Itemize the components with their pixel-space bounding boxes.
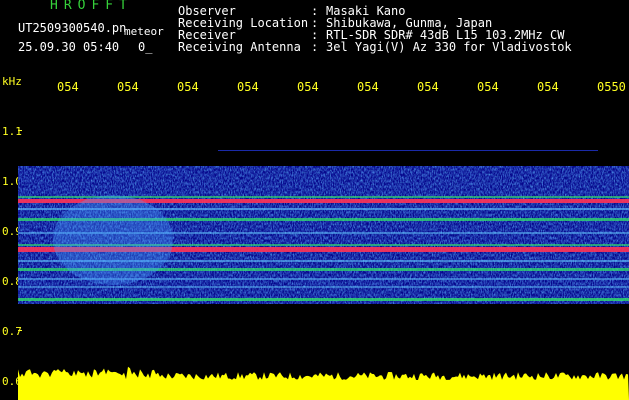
hrofft-window: HROFFT UT2509300540.pn meteor 25.09.30 0… <box>0 0 629 400</box>
power-trace <box>18 366 629 400</box>
spectrogram-display <box>18 100 629 400</box>
file-timestamp: 25.09.30 05:40 <box>18 40 120 54</box>
signal-line <box>18 298 629 301</box>
time-tick-label: 054 <box>537 80 559 94</box>
spectrogram-plot <box>18 150 629 400</box>
faint-carrier-line <box>218 150 598 151</box>
time-tick-label: 054 <box>57 80 79 94</box>
frequency-unit-label: kHz <box>2 75 22 88</box>
observation-info: Observer Receiving Location Receiver Rec… <box>178 5 628 55</box>
time-tick-label: 054 <box>417 80 439 94</box>
time-tick-label: 054 <box>117 80 139 94</box>
time-tick-label: 054 <box>477 80 499 94</box>
time-tick-label: 054 <box>237 80 259 94</box>
signal-line <box>18 286 629 288</box>
time-tick-label: 054 <box>177 80 199 94</box>
file-name: UT2509300540.pn <box>18 21 127 35</box>
separator: : <box>311 40 319 54</box>
file-count: 0_ <box>138 40 153 54</box>
time-tick-label: 0550 <box>597 80 626 94</box>
time-tick-label: 054 <box>297 80 319 94</box>
program-title: HROFFT <box>50 0 133 13</box>
time-tick-label: 054 <box>357 80 379 94</box>
meteor-activity-blob <box>53 195 173 285</box>
antenna-label: Receiving Antenna <box>178 40 301 54</box>
antenna-value: 3el Yagi(V) Az 330 for Vladivostok <box>326 40 572 54</box>
file-suffix: meteor <box>124 25 164 38</box>
